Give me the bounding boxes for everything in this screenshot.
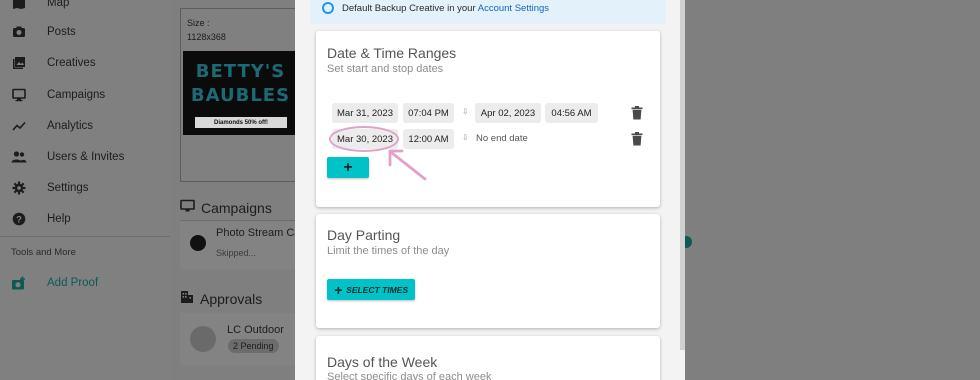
plus-icon: + — [343, 158, 353, 176]
plus-icon: + — [333, 281, 343, 298]
sidebar-item-posts[interactable]: Posts — [0, 17, 170, 47]
sidebar-item-analytics[interactable]: Analytics — [0, 111, 170, 141]
creative-preview-image: BETTY'S BAUBLES Diamonds 50% off! — [183, 51, 298, 135]
date-time-subtitle: Set start and stop dates — [327, 63, 444, 75]
campaigns-heading-text: Campaigns — [201, 199, 272, 216]
sidebar-divider — [0, 236, 170, 237]
sidebar-item-campaigns[interactable]: Campaigns — [0, 80, 170, 110]
select-times-button[interactable]: + SELECT TIMES — [327, 279, 415, 300]
people-icon — [11, 149, 27, 165]
campaign-row-status: Skipped... — [216, 248, 257, 258]
range-arrow-icon: ⇩ — [462, 107, 469, 116]
day-parting-title: Day Parting — [327, 227, 401, 243]
monitor-icon — [11, 87, 27, 103]
sidebar-item-label: Help — [47, 213, 71, 225]
domain-icon — [180, 290, 194, 307]
map-icon — [11, 0, 27, 11]
preview-size: Size : 1128x368 — [187, 16, 226, 44]
info-icon — [322, 2, 334, 14]
photo-library-icon — [11, 55, 27, 71]
range-2-no-end: No end date — [476, 133, 528, 144]
image-text-line1: BETTY'S — [195, 61, 286, 82]
image-banner: Diamonds 50% off! — [195, 117, 287, 128]
pending-badge: 2 Pending — [228, 339, 279, 353]
days-of-week-title: Days of the Week — [327, 354, 438, 370]
sidebar-item-label: Map — [47, 0, 70, 9]
delete-range-1-icon[interactable] — [631, 106, 643, 120]
svg-text:?: ? — [16, 214, 22, 225]
approvals-heading: Approvals — [180, 290, 262, 307]
sidebar-item-help[interactable]: ? Help — [0, 204, 170, 234]
date-time-title: Date & Time Ranges — [327, 45, 457, 61]
sidebar-item-settings[interactable]: Settings — [0, 173, 170, 203]
sidebar-item-label: Users & Invites — [47, 151, 125, 163]
campaign-row[interactable]: Photo Stream Ca Skipped... — [180, 221, 300, 269]
preview-size-label: Size : — [187, 18, 210, 28]
camera-icon — [11, 24, 27, 40]
tools-section-label: Tools and More — [11, 247, 76, 258]
range-1-start-time[interactable]: 07:04 PM — [403, 103, 454, 123]
sidebar-item-label: Creatives — [47, 57, 96, 69]
campaign-settings-modal: Default Backup Creative in your Account … — [295, 0, 685, 380]
info-text-middle: in your — [444, 3, 478, 14]
day-parting-card: Day Parting Limit the times of the day +… — [316, 214, 660, 328]
add-photo-icon — [11, 275, 27, 291]
range-1-end-time[interactable]: 04:56 AM — [545, 103, 598, 123]
range-1-end-date[interactable]: Apr 02, 2023 — [475, 103, 541, 123]
day-parting-subtitle: Limit the times of the day — [327, 245, 450, 257]
campaigns-heading: Campaigns — [180, 199, 272, 216]
annotation-arrow-icon — [388, 149, 427, 181]
range-arrow-icon: ⇩ — [462, 133, 469, 142]
campaign-avatar — [190, 235, 206, 251]
info-banner: Default Backup Creative in your Account … — [310, 0, 666, 24]
preview-size-value: 1128x368 — [187, 32, 226, 42]
sidebar-item-label: Posts — [47, 26, 76, 38]
sidebar-item-users[interactable]: Users & Invites — [0, 142, 170, 172]
info-banner-text: Default Backup Creative in your Account … — [342, 3, 549, 14]
range-1-start-date[interactable]: Mar 31, 2023 — [332, 103, 398, 123]
approvals-heading-text: Approvals — [200, 290, 263, 307]
campaign-row-title: Photo Stream Ca — [216, 227, 301, 239]
approval-row-title: LC Outdoor — [227, 324, 284, 336]
sidebar-item-add-proof[interactable]: Add Proof — [0, 268, 170, 298]
delete-range-2-icon[interactable] — [631, 132, 643, 146]
approval-avatar — [190, 326, 216, 352]
select-times-label: SELECT TIMES — [346, 284, 409, 295]
date-time-card: Date & Time Ranges Set start and stop da… — [316, 31, 660, 207]
sidebar: Map Posts Creatives Campaigns Analytics … — [0, 0, 170, 380]
sidebar-item-label: Campaigns — [47, 89, 106, 101]
sidebar-item-label: Settings — [47, 182, 89, 194]
info-text-before: Default Backup Creative — [342, 3, 445, 14]
sidebar-item-label: Analytics — [47, 120, 94, 132]
monitor-icon — [180, 199, 195, 216]
account-settings-link[interactable]: Account Settings — [478, 3, 549, 14]
sidebar-item-creatives[interactable]: Creatives — [0, 48, 170, 78]
days-of-week-subtitle: Select specific days of each week — [327, 371, 492, 380]
creative-preview-card: Size : 1128x368 BETTY'S BAUBLES Diamonds… — [180, 8, 301, 182]
image-text-line2: BAUBLES — [190, 85, 291, 106]
add-range-button[interactable]: + — [327, 157, 369, 178]
help-icon: ? — [11, 211, 27, 227]
sidebar-item-map[interactable]: Map — [0, 0, 170, 18]
days-of-week-card: Days of the Week Select specific days of… — [316, 336, 660, 380]
modal-scrollbar[interactable] — [680, 0, 685, 350]
trending-icon — [11, 118, 27, 134]
add-proof-label: Add Proof — [47, 277, 99, 289]
gear-icon — [11, 180, 27, 196]
